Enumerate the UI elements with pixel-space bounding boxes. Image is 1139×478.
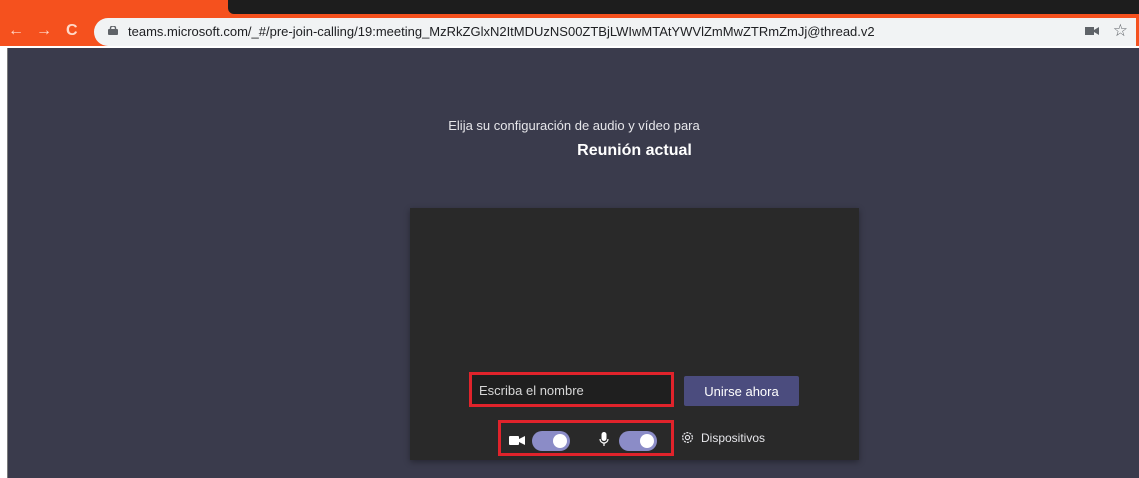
teams-prejoin-screen: Elija su configuración de audio y vídeo … [7, 48, 1139, 478]
devices-label: Dispositivos [701, 430, 766, 445]
address-bar[interactable]: teams.microsoft.com/_#/pre-join-calling/… [94, 18, 1136, 46]
av-controls-highlight [498, 420, 674, 456]
name-field-highlight [469, 372, 674, 407]
devices-button[interactable]: Dispositivos [680, 430, 765, 445]
bookmark-star-icon[interactable]: ☆ [1113, 22, 1128, 39]
microphone-icon [599, 432, 609, 446]
gear-icon [682, 432, 693, 443]
name-input[interactable] [477, 380, 668, 400]
prejoin-subtitle: Elija su configuración de audio y vídeo … [448, 118, 700, 133]
url-text[interactable]: teams.microsoft.com/_#/pre-join-calling/… [128, 24, 875, 39]
camera-icon [509, 436, 525, 445]
camera-toggle[interactable] [532, 431, 570, 451]
camera-permission-icon[interactable] [1084, 25, 1099, 37]
tab-strip [228, 0, 1139, 14]
forward-icon[interactable]: → [36, 22, 52, 40]
join-now-button[interactable]: Unirse ahora [684, 376, 799, 406]
back-icon[interactable]: ← [8, 22, 24, 40]
lock-icon [108, 26, 118, 35]
meeting-title: Reunión actual [577, 142, 692, 159]
video-preview-panel: Unirse ahora Dispositivos [410, 208, 859, 460]
browser-toolbar: ← → C teams.microsoft.com/_#/pre-join-ca… [0, 0, 1139, 46]
reload-icon[interactable]: C [66, 22, 78, 40]
microphone-toggle[interactable] [619, 431, 657, 451]
